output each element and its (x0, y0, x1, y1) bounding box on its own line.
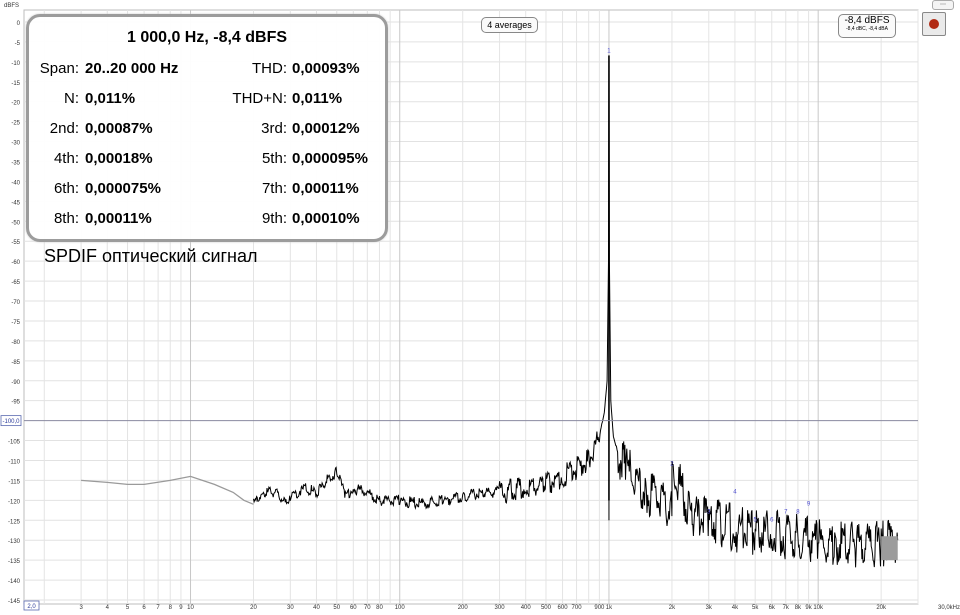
averages-badge[interactable]: 4 averages (481, 17, 538, 33)
y-tick-label: -10 (11, 61, 20, 67)
measurement-label: THD: (252, 60, 287, 77)
y-tick-label: -80 (11, 340, 20, 346)
y-tick-label: -45 (11, 200, 20, 206)
x-tick-label: 20k (876, 605, 887, 611)
y-tick-label: -95 (11, 400, 20, 406)
measurement-value: 0,00087% (85, 120, 153, 137)
measurement-value: 0,011% (292, 90, 343, 107)
y-tick-label: -30 (11, 141, 20, 147)
window-menu-button[interactable]: ⋯ (932, 0, 954, 10)
y-tick-label: -130 (8, 539, 21, 545)
x-tick-label: 20 (250, 605, 257, 611)
menu-icon: ⋯ (940, 2, 946, 8)
measurement-label: Span: (39, 60, 79, 77)
x-tick-label: 50 (333, 605, 340, 611)
panel-title: 1 000,0 Hz, -8,4 dBFS (126, 29, 288, 46)
x-tick-label: 1k (606, 605, 613, 611)
x-tick-label: 10 (187, 605, 194, 611)
y-tick-label: -20 (11, 101, 20, 107)
measurement-label: 3rd: (261, 120, 287, 137)
cursor-x-label: 2,0 (27, 604, 36, 610)
measurement-value: 0,00093% (292, 60, 360, 77)
x-tick-label: 10k (813, 605, 824, 611)
measurement-value: 0,000095% (292, 150, 368, 167)
x-tick-label: 400 (521, 605, 532, 611)
x-tick-label: 200 (458, 605, 469, 611)
y-tick-label: -15 (11, 81, 20, 87)
averages-label: 4 averages (487, 20, 532, 30)
y-axis-label: dBFS (4, 3, 19, 9)
x-tick-label: 60 (350, 605, 357, 611)
y-tick-label: -75 (11, 320, 20, 326)
y-tick-label: -60 (11, 260, 20, 266)
y-tick-label: -65 (11, 280, 20, 286)
y-tick-label: -145 (8, 599, 21, 605)
y-tick-label: -40 (11, 180, 20, 186)
measurement-value: 0,011% (85, 90, 136, 107)
y-tick-label: -35 (11, 160, 20, 166)
y-tick-label: -70 (11, 300, 20, 306)
level-main: -8,4 dBFS (844, 15, 890, 26)
measurement-value: 0,00011% (85, 210, 152, 227)
y-tick-label: -55 (11, 240, 20, 246)
y-tick-label: -90 (11, 380, 20, 386)
measurement-label: 7th: (261, 180, 287, 197)
x-tick-label: 5k (752, 605, 759, 611)
x-tick-label: 2k (669, 605, 676, 611)
x-tick-label: 300 (495, 605, 506, 611)
y-tick-label: -115 (8, 479, 20, 485)
y-tick-label: -120 (8, 499, 21, 505)
level-badge[interactable]: -8,4 dBFS -8,4 dBC, -8,4 dBA (838, 14, 896, 38)
y-tick-label: -140 (8, 579, 21, 585)
measurement-label: 6th: (53, 180, 79, 197)
measurement-value: 20..20 000 Hz (85, 60, 179, 77)
cursor-y-label: -100,0 (2, 419, 20, 425)
measurement-label: 4th: (53, 150, 79, 167)
x-tick-label: 4k (732, 605, 739, 611)
x-tick-label: 600 (558, 605, 569, 611)
y-tick-label: -50 (11, 220, 20, 226)
measurement-value: 0,00010% (292, 210, 360, 227)
spectrum-tail (881, 536, 898, 561)
record-icon (929, 19, 939, 29)
x-tick-label: 6k (769, 605, 776, 611)
x-tick-label: 70 (364, 605, 371, 611)
y-tick-label: -5 (15, 41, 21, 47)
y-tick-label: -110 (8, 459, 20, 465)
x-tick-label: 30 (287, 605, 294, 611)
y-tick-label: -85 (11, 360, 20, 366)
measurement-label: THD+N: (232, 90, 287, 107)
measurement-label: N: (64, 90, 79, 107)
y-tick-label: -125 (8, 519, 21, 525)
x-tick-label: 40 (313, 605, 320, 611)
measurement-value: 0,000075% (85, 180, 161, 197)
measurement-value: 0,00012% (292, 120, 360, 137)
x-tick-label: 700 (572, 605, 583, 611)
measurement-value: 0,00011% (292, 180, 359, 197)
measurement-label: 9th: (261, 210, 287, 227)
y-tick-label: -105 (8, 440, 21, 446)
x-tick-label: 900 (594, 605, 605, 611)
measurement-panel: 1 000,0 Hz, -8,4 dBFS Span: 20..20 000 Hz… (26, 14, 388, 242)
measurement-value: 0,00018% (85, 150, 153, 167)
x-axis-label: 30,0kHz (938, 605, 960, 611)
measurement-label: 8th: (53, 210, 79, 227)
x-tick-label: 3k (706, 605, 713, 611)
x-tick-label: 9k (805, 605, 812, 611)
x-tick-label: 500 (541, 605, 552, 611)
x-tick-label: 8k (795, 605, 802, 611)
y-tick-label: -135 (8, 559, 21, 565)
x-tick-label: 7k (783, 605, 790, 611)
x-tick-label: 80 (376, 605, 383, 611)
level-sub: -8,4 dBC, -8,4 dBA (846, 26, 888, 32)
measurement-label: 5th: (261, 150, 287, 167)
signal-caption: SPDIF оптический сигнал (44, 246, 258, 266)
x-tick-label: 100 (395, 605, 406, 611)
y-tick-label: -25 (11, 121, 20, 127)
record-button[interactable] (922, 12, 946, 36)
measurement-label: 2nd: (49, 120, 79, 137)
